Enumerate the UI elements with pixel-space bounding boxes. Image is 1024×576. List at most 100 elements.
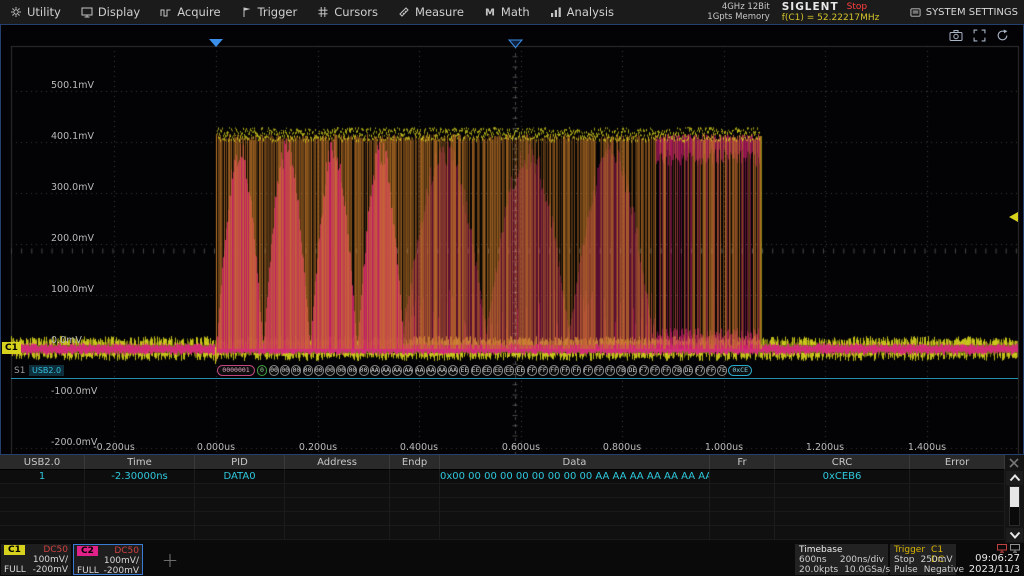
table-cell-empty — [285, 498, 390, 512]
channel-box-c2[interactable]: C2DC50100mV/FULL-200mV — [73, 544, 143, 575]
table-cell-empty — [390, 512, 440, 526]
table-cell[interactable]: 1 — [0, 470, 85, 484]
table-cell-empty — [440, 498, 710, 512]
timebase-delay: 600ns — [799, 555, 827, 565]
x-axis-label: 0.800us — [603, 442, 641, 453]
decode-byte-bubble: FF — [661, 365, 671, 376]
decode-byte-bubble: EE — [471, 365, 481, 376]
brand-logo: SIGLENT — [782, 1, 839, 13]
decode-crc-bubble: 0xCE — [728, 365, 752, 376]
y-axis-label: 200.0mV — [51, 233, 94, 244]
add-channel-button[interactable]: + — [148, 544, 192, 575]
clock-box[interactable]: 09:06:27 2023/11/3 — [958, 544, 1022, 575]
decode-byte-bubble: EE — [493, 365, 503, 376]
trigger-position-marker[interactable] — [209, 39, 223, 47]
table-cell-empty — [390, 484, 440, 498]
table-header-address: Address — [285, 455, 390, 470]
menu-item-utility[interactable]: Utility — [0, 0, 71, 24]
decode-byte-bubble: FF — [650, 365, 660, 376]
rotate-history-icon[interactable] — [996, 29, 1009, 42]
system-settings-button[interactable]: SYSTEM SETTINGS — [910, 7, 1024, 18]
table-header-endp: Endp — [390, 455, 440, 470]
delay-reference-marker[interactable] — [508, 39, 523, 49]
decode-byte-bubble: EE — [504, 365, 514, 376]
menubar-right: 4GHz 12Bit 1Gpts Memory SIGLENT Stop f(C… — [707, 0, 1024, 24]
table-cell-empty — [195, 484, 285, 498]
table-cell-empty — [775, 512, 910, 526]
oscilloscope-screen: UtilityDisplayAcquireTrigger Cursors Measu… — [0, 0, 1024, 576]
decode-source-label: S1 — [14, 366, 25, 376]
decode-byte-bubble: FF — [594, 365, 604, 376]
menu-item-display[interactable]: Display — [71, 0, 150, 24]
menu-item-cursors[interactable]: Cursors — [307, 0, 388, 24]
decode-byte-bubble: FF — [583, 365, 593, 376]
remote-icon — [1010, 544, 1020, 553]
table-cell[interactable]: DATA0 — [195, 470, 285, 484]
x-axis-label: 1.000us — [705, 442, 743, 453]
y-axis-label: -100.0mV — [51, 386, 97, 397]
table-cell-empty — [710, 526, 775, 540]
table-cell-empty — [85, 484, 195, 498]
timebase-scale: 200ns/div — [840, 555, 884, 565]
chevron-up-icon — [1009, 474, 1021, 482]
table-cell-empty — [710, 484, 775, 498]
menu-item-trigger[interactable]: Trigger — [231, 0, 308, 24]
trigger-type: Pulse — [894, 565, 918, 575]
bus-protocol-tag[interactable]: USB2.0 — [29, 365, 64, 376]
clock-time: 09:06:27 — [958, 553, 1020, 564]
system-settings-label: SYSTEM SETTINGS — [926, 7, 1018, 18]
x-axis-label: 0.600us — [502, 442, 540, 453]
decode-table: USB2.0TimePIDAddressEndpDataFrCRCError1-… — [0, 455, 1024, 543]
table-cell-empty — [440, 484, 710, 498]
trigger-box[interactable]: TriggerC1 DC Stop250mV PulseNegative — [890, 544, 956, 575]
menu-item-acquire[interactable]: Acquire — [150, 0, 230, 24]
table-cell[interactable]: 0x00 00 00 00 00 00 00 00 00 AA AA AA AA… — [440, 470, 710, 484]
menu-item-analysis[interactable]: Analysis — [540, 0, 624, 24]
decode-byte-bubble: AA — [370, 365, 380, 376]
decode-byte-bubble: FF — [605, 365, 615, 376]
scroll-down-button[interactable] — [1006, 528, 1023, 542]
acquisition-status: Stop — [847, 2, 867, 12]
decode-byte-bubble: FF — [538, 365, 548, 376]
screenshot-camera-icon[interactable] — [949, 29, 963, 42]
x-axis-label: 0.200us — [299, 442, 337, 453]
table-cell[interactable] — [710, 470, 775, 484]
table-cell-empty — [390, 526, 440, 540]
close-icon[interactable] — [1008, 457, 1020, 469]
table-cell-empty — [440, 512, 710, 526]
menu-items: UtilityDisplayAcquireTrigger Cursors Measu… — [0, 0, 624, 24]
decode-byte-bubble: 00 — [269, 365, 279, 376]
table-cell-empty — [195, 526, 285, 540]
analysis-icon — [550, 6, 562, 18]
menu-item-label: Measure — [415, 5, 464, 19]
fullscreen-expand-icon[interactable] — [973, 29, 986, 42]
menu-item-label: Cursors — [334, 5, 378, 19]
menu-item-measure[interactable]: Measure — [388, 0, 474, 24]
scroll-up-button[interactable] — [1006, 471, 1023, 485]
channel-box-c1[interactable]: C1DC50100mV/FULL-200mV — [1, 544, 71, 575]
table-cell-empty — [195, 512, 285, 526]
menu-item-math[interactable]: MMath — [474, 0, 540, 24]
scrollbar-track[interactable] — [1009, 486, 1020, 526]
table-scrollbar — [1005, 455, 1024, 543]
scrollbar-thumb[interactable] — [1010, 487, 1019, 507]
display-icon — [81, 6, 93, 18]
timebase-box[interactable]: Timebase 600ns200ns/div 20.0kpts10.0GSa/… — [795, 544, 888, 575]
trigger-level-marker[interactable] — [1009, 212, 1018, 222]
hw-bandwidth: 4GHz 12Bit — [707, 2, 769, 12]
channel1-position-tag[interactable]: C1 — [2, 342, 21, 354]
table-cell[interactable] — [390, 470, 440, 484]
table-header-crc: CRC — [775, 455, 910, 470]
waveform-canvas[interactable] — [1, 25, 1023, 454]
decode-byte-bubble: AA — [437, 365, 447, 376]
table-cell[interactable] — [910, 470, 1005, 484]
frequency-counter: f(C1) = 52.22217MHz — [782, 13, 888, 23]
system-settings-icon — [910, 7, 921, 18]
table-cell[interactable]: 0xCEB6 — [775, 470, 910, 484]
y-axis-label: 400.1mV — [51, 131, 94, 142]
table-cell[interactable]: -2.30000ns — [85, 470, 195, 484]
table-cell[interactable] — [285, 470, 390, 484]
channel-offset: -200mV — [33, 565, 68, 575]
trigger-mode: Stop — [894, 555, 914, 565]
channel-scale: 100mV/ — [104, 556, 139, 566]
